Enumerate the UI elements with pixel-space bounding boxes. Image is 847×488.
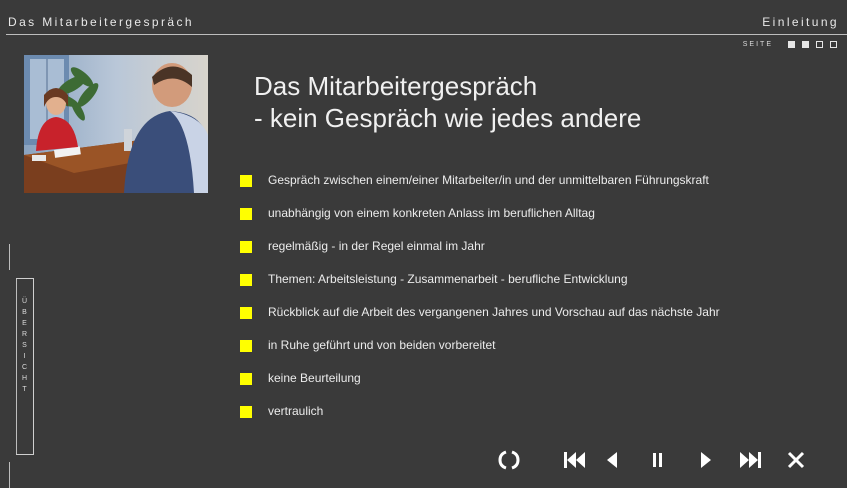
bullet-square-icon: [240, 307, 252, 319]
overview-tab-letter: T: [22, 386, 27, 393]
bullet-square-icon: [240, 175, 252, 187]
overview-tab-letter: R: [21, 331, 28, 338]
overview-tab[interactable]: Ü B E R S I C H T: [16, 278, 34, 455]
list-item-text: regelmäßig - in der Regel einmal im Jahr: [268, 239, 485, 253]
header-divider: [6, 34, 847, 35]
pause-icon: [653, 453, 662, 467]
playback-controls: [0, 448, 847, 472]
replay-button[interactable]: [497, 448, 521, 472]
list-item: unabhängig von einem konkreten Anlass im…: [240, 203, 720, 236]
page-indicator: SEITE: [743, 41, 837, 48]
section-title: Einleitung: [762, 15, 839, 29]
page-indicator-dot-2[interactable]: [802, 41, 809, 48]
list-item-text: in Ruhe geführt und von beiden vorbereit…: [268, 338, 496, 352]
first-page-icon: [564, 452, 585, 468]
list-item: Rückblick auf die Arbeit des vergangenen…: [240, 302, 720, 335]
slide-title: Das Mitarbeitergespräch - kein Gespräch …: [254, 70, 641, 134]
list-item-text: Gespräch zwischen einem/einer Mitarbeite…: [268, 173, 709, 187]
page-indicator-label: SEITE: [742, 41, 773, 48]
pause-button[interactable]: [650, 448, 666, 472]
list-item: vertraulich: [240, 401, 720, 434]
bullet-square-icon: [240, 373, 252, 385]
last-page-icon: [740, 452, 761, 468]
overview-tab-letter: I: [23, 353, 26, 360]
last-page-button[interactable]: [738, 448, 764, 472]
close-button[interactable]: [784, 448, 808, 472]
replay-icon: [498, 450, 520, 470]
list-item-text: vertraulich: [268, 404, 324, 418]
bullet-square-icon: [240, 274, 252, 286]
bullet-square-icon: [240, 406, 252, 418]
close-icon: [787, 451, 805, 469]
bullet-square-icon: [240, 208, 252, 220]
header-bar: Das Mitarbeitergespräch Einleitung: [0, 0, 847, 34]
app-title: Das Mitarbeitergespräch: [8, 15, 194, 29]
slide-title-line-1: Das Mitarbeitergespräch: [254, 71, 538, 101]
sidebar-line-upper: [9, 244, 10, 270]
list-item: in Ruhe geführt und von beiden vorbereit…: [240, 335, 720, 368]
bullet-square-icon: [240, 241, 252, 253]
overview-tab-letter: E: [22, 320, 27, 327]
overview-tab-letter: Ü: [21, 298, 28, 305]
list-item: Gespräch zwischen einem/einer Mitarbeite…: [240, 170, 720, 203]
list-item: keine Beurteilung: [240, 368, 720, 401]
list-item: regelmäßig - in der Regel einmal im Jahr: [240, 236, 720, 269]
overview-tab-label: Ü B E R S I C H T: [16, 296, 33, 395]
overview-tab-letter: S: [22, 342, 27, 349]
previous-button[interactable]: [604, 448, 620, 472]
overview-tab-letter: H: [21, 375, 28, 382]
page-indicator-dot-4[interactable]: [830, 41, 837, 48]
slide-title-line-2: - kein Gespräch wie jedes andere: [254, 103, 642, 133]
meeting-photo: [24, 55, 208, 193]
overview-tab-letter: C: [21, 364, 28, 371]
list-item-text: Rückblick auf die Arbeit des vergangenen…: [268, 305, 720, 319]
overview-tab-letter: B: [22, 309, 27, 316]
list-item: Themen: Arbeitsleistung - Zusammenarbeit…: [240, 269, 720, 302]
bullet-square-icon: [240, 340, 252, 352]
next-icon: [701, 452, 711, 468]
page-indicator-dot-1[interactable]: [788, 41, 795, 48]
bullet-list: Gespräch zwischen einem/einer Mitarbeite…: [240, 170, 720, 434]
next-button[interactable]: [698, 448, 714, 472]
list-item-text: Themen: Arbeitsleistung - Zusammenarbeit…: [268, 272, 628, 286]
page-indicator-dot-3[interactable]: [816, 41, 823, 48]
first-page-button[interactable]: [562, 448, 586, 472]
previous-icon: [607, 452, 617, 468]
list-item-text: keine Beurteilung: [268, 371, 361, 385]
list-item-text: unabhängig von einem konkreten Anlass im…: [268, 206, 595, 220]
